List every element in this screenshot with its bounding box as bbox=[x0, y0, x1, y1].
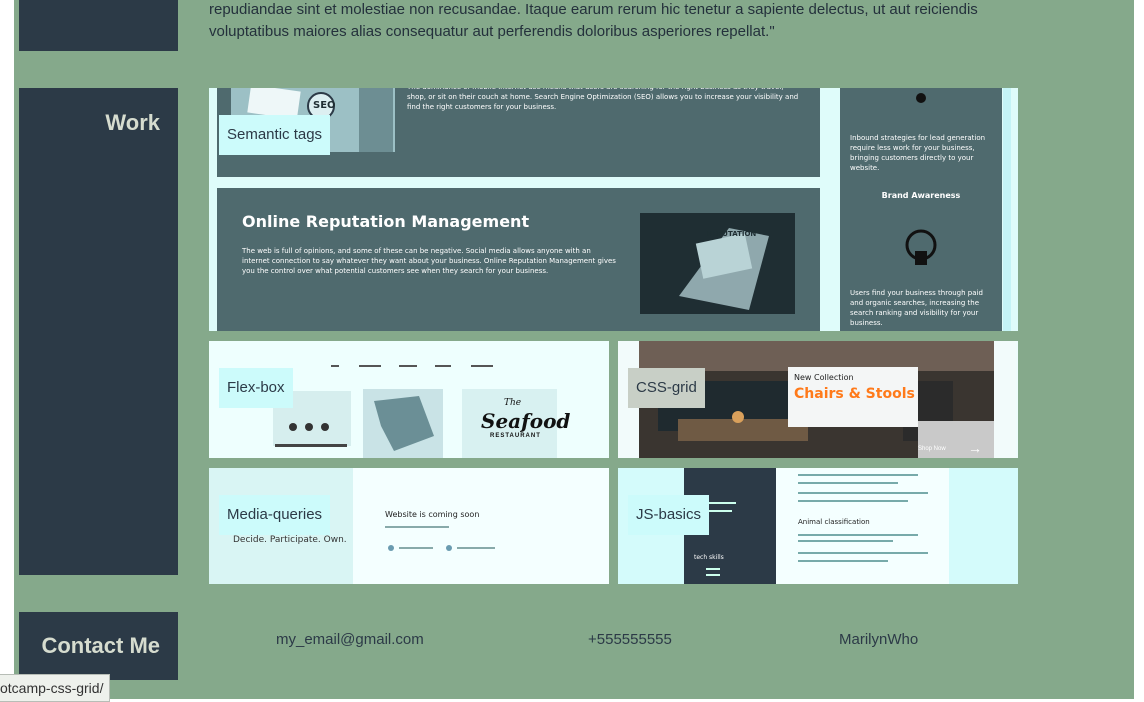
project-label-media-queries: Media-queries bbox=[219, 495, 331, 535]
seo-badge: SEO bbox=[313, 100, 336, 111]
media-queries-slogan: Decide. Participate. Own. bbox=[233, 535, 347, 545]
project-tile-media-queries[interactable]: Decide. Participate. Own. Website is com… bbox=[209, 468, 609, 584]
js-basics-sidebar-heading: tech skills bbox=[694, 554, 724, 561]
css-grid-title: Chairs & Stools bbox=[794, 386, 915, 402]
project-tile-semantic-tags[interactable]: The dominance of mobile Internet use mea… bbox=[209, 88, 1018, 331]
laptop-screen-text: REPUTATION bbox=[707, 230, 757, 238]
seo-text: The dominance of mobile Internet use mea… bbox=[407, 88, 799, 111]
arrow-right-icon: → bbox=[968, 440, 982, 456]
contact-heading: Contact Me bbox=[41, 633, 160, 658]
seafood-logo: Seafood bbox=[481, 409, 571, 433]
about-quote: repudiandae sint et molestiae non recusa… bbox=[209, 1, 978, 40]
page: repudiandae sint et molestiae non recusa… bbox=[14, 0, 1134, 699]
project-label-css-grid: CSS-grid bbox=[628, 368, 705, 408]
side-text-1: Inbound strategies for lead generation r… bbox=[850, 134, 986, 172]
orm-title: Online Reputation Management bbox=[242, 212, 530, 231]
css-grid-kicker: New Collection bbox=[794, 373, 854, 382]
css-grid-cta: Shop Now bbox=[918, 446, 946, 452]
contact-handle[interactable]: MarilynWho bbox=[839, 631, 918, 648]
work-sidebar-block: Work bbox=[19, 88, 178, 575]
contact-email[interactable]: my_email@gmail.com bbox=[276, 631, 424, 648]
status-bar-url: otcamp-css-grid/ bbox=[0, 674, 111, 702]
about-sidebar-block bbox=[19, 0, 178, 51]
seafood-logo-bottom: RESTAURANT bbox=[490, 433, 541, 439]
side-heading: Brand Awareness bbox=[881, 191, 961, 200]
project-label-semantic-tags: Semantic tags bbox=[219, 115, 331, 155]
side-text-2: Users find your business through paid an… bbox=[850, 289, 983, 327]
project-tile-flex-box[interactable]: The Seafood RESTAURANT Flex-box bbox=[209, 341, 609, 458]
contact-sidebar-block: Contact Me bbox=[19, 612, 178, 680]
project-tile-css-grid[interactable]: New Collection Chairs & Stools Shop Now … bbox=[618, 341, 1018, 458]
work-heading: Work bbox=[105, 110, 160, 135]
orm-text: The web is full of opinions, and some of… bbox=[242, 247, 616, 275]
project-tile-js-basics[interactable]: Animal classification tech skills JS-bas… bbox=[618, 468, 1018, 584]
project-label-flex-box: Flex-box bbox=[219, 368, 293, 408]
contact-phone[interactable]: +555555555 bbox=[588, 631, 672, 648]
project-label-js-basics: JS-basics bbox=[628, 495, 710, 535]
seafood-logo-top: The bbox=[504, 398, 522, 408]
media-queries-coming-soon: Website is coming soon bbox=[385, 510, 480, 519]
js-basics-link: Animal classification bbox=[798, 518, 870, 526]
